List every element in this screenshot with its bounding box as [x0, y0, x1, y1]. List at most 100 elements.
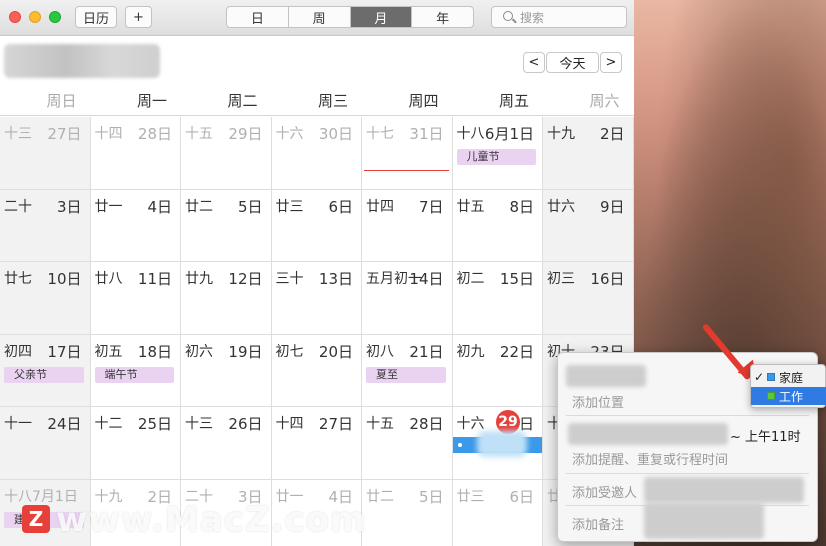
- minimize-button[interactable]: [29, 11, 41, 23]
- day-cell[interactable]: 廿二 5日: [181, 189, 272, 261]
- day-cell[interactable]: 初九 22日: [452, 334, 543, 406]
- tab-month[interactable]: 月: [350, 7, 413, 27]
- day-cell[interactable]: 十七 31日: [362, 117, 453, 189]
- calendar-item-label: 工作: [779, 389, 804, 404]
- day-cell[interactable]: 初五 18日 端午节: [90, 334, 181, 406]
- day-cell[interactable]: 初八 21日 夏至: [362, 334, 453, 406]
- event-time[interactable]: ~ 上午11时: [730, 426, 801, 445]
- day-number: 29日: [228, 125, 263, 143]
- date-redacted[interactable]: [568, 423, 728, 445]
- lunar-date: 十一: [4, 416, 32, 432]
- calendar-window: 日历 + 日 周 月 年 搜索 < 今天 > 周日 周一 周二 周三 周四 周五 周六 十三…: [0, 0, 634, 546]
- day-cell[interactable]: 初三 16日: [543, 262, 634, 334]
- lunar-date: 初四: [4, 343, 32, 360]
- invitees-redacted: [644, 477, 804, 503]
- day-cell[interactable]: 廿八 11日: [90, 262, 181, 334]
- day-cell[interactable]: 十六 29 日: [452, 407, 543, 479]
- invitees-field[interactable]: 添加受邀人: [572, 482, 637, 501]
- day-number: 2日: [599, 125, 625, 143]
- day-cell[interactable]: 廿三 6日: [452, 479, 543, 546]
- lunar-date: 十四: [94, 126, 123, 142]
- day-cell[interactable]: 初六 19日: [181, 334, 272, 406]
- day-number: 25日: [137, 415, 172, 433]
- add-event-button[interactable]: +: [125, 6, 152, 28]
- weekday-label: 周五: [498, 92, 529, 110]
- zoom-button[interactable]: [49, 11, 61, 23]
- day-cell[interactable]: 十四 28日: [90, 117, 181, 189]
- day-cell[interactable]: 初二 15日: [452, 262, 543, 334]
- day-cell[interactable]: 十六 30日: [271, 117, 362, 189]
- day-cell[interactable]: 初四 17日 父亲节: [0, 334, 91, 406]
- alerts-field[interactable]: 添加提醒、重复或行程时间: [572, 449, 728, 468]
- search-input[interactable]: 搜索: [491, 6, 627, 28]
- day-cell[interactable]: 十二 25日: [90, 407, 181, 479]
- weekday-label: 周四: [408, 92, 439, 110]
- day-cell[interactable]: 廿九 12日: [181, 262, 272, 334]
- lunar-date: 初二: [456, 271, 485, 287]
- calendars-button[interactable]: 日历: [75, 6, 117, 28]
- day-number: 20日: [318, 342, 353, 361]
- lunar-date: 廿四: [366, 198, 394, 215]
- day-cell[interactable]: 十八 6月1日 儿童节: [452, 117, 543, 189]
- event-title-redacted[interactable]: [566, 365, 646, 387]
- day-cell[interactable]: 廿七 10日: [0, 262, 91, 334]
- day-cell[interactable]: 十一 24日: [0, 407, 91, 479]
- day-number: 28日: [409, 415, 444, 433]
- calendar-item-family[interactable]: ✓ 家庭: [751, 368, 826, 386]
- location-field[interactable]: 添加位置: [572, 392, 624, 411]
- day-cell[interactable]: 二十 3日: [0, 189, 91, 261]
- day-number: 24日: [47, 415, 82, 433]
- weekday-header: 周日 周一 周二 周三 周四 周五 周六: [0, 90, 634, 116]
- lunar-month-underline: [364, 170, 449, 171]
- lunar-date: 十九: [547, 126, 575, 142]
- day-cell[interactable]: 十五 29日: [181, 117, 272, 189]
- tab-week[interactable]: 周: [289, 7, 351, 27]
- week-row: 廿七 10日 廿八 11日 廿九 12日 三十 13日 五月初一 14日 初二 15日 初三 16日: [0, 262, 634, 335]
- day-cell[interactable]: 廿四 7日: [362, 189, 453, 261]
- lunar-date: 廿二: [366, 488, 394, 505]
- day-cell[interactable]: 初七 20日: [271, 334, 362, 406]
- day-cell[interactable]: 廿二 5日: [362, 479, 453, 546]
- lunar-date: 十五: [185, 126, 213, 142]
- calendar-color-swatch: [767, 392, 775, 400]
- notes-field[interactable]: 添加备注: [572, 514, 624, 533]
- lunar-date: 十五: [366, 416, 394, 432]
- day-cell[interactable]: 十四 27日: [271, 407, 362, 479]
- day-number: 15日: [499, 270, 534, 288]
- calendar-item-work[interactable]: 工作: [751, 387, 826, 405]
- weekday-label: 周三: [317, 92, 348, 110]
- new-event-bar[interactable]: [452, 431, 542, 457]
- watermark-logo: Z: [22, 505, 50, 533]
- holiday-event[interactable]: 端午节: [94, 366, 174, 383]
- holiday-event[interactable]: 父亲节: [4, 366, 84, 383]
- day-cell[interactable]: 廿三 6日: [271, 189, 362, 261]
- day-cell[interactable]: 十九 2日: [543, 117, 634, 189]
- next-month-button[interactable]: >: [600, 52, 622, 73]
- week-row: 十三 27日 十四 28日 十五 29日 十六 30日 十七 31日 十八 6月1日 儿童节 十九 2日: [0, 117, 634, 190]
- day-number: 4日: [147, 197, 172, 216]
- holiday-event[interactable]: 夏至: [366, 366, 446, 383]
- day-number: 16日: [590, 270, 625, 288]
- day-cell[interactable]: 廿五 8日: [452, 189, 543, 261]
- notes-redacted: [644, 503, 764, 539]
- tab-year[interactable]: 年: [412, 7, 473, 27]
- weekday-label: 周日: [46, 92, 77, 110]
- calendar-color-swatch: [767, 373, 775, 381]
- day-cell[interactable]: 廿六 9日: [543, 189, 634, 261]
- prev-month-button[interactable]: <: [523, 52, 545, 73]
- day-number: 28日: [137, 125, 172, 143]
- day-cell[interactable]: 十三 26日: [181, 407, 272, 479]
- day-cell[interactable]: 十三 27日: [0, 117, 91, 189]
- search-placeholder: 搜索: [520, 10, 545, 25]
- day-number: 27日: [47, 125, 82, 143]
- day-number: 8日: [509, 197, 534, 216]
- today-button[interactable]: 今天: [546, 52, 599, 73]
- day-number: 3日: [56, 197, 82, 216]
- holiday-event[interactable]: 儿童节: [456, 149, 536, 165]
- day-cell[interactable]: 三十 13日: [271, 262, 362, 334]
- close-button[interactable]: [9, 11, 21, 23]
- day-cell[interactable]: 五月初一 14日: [362, 262, 453, 334]
- day-cell[interactable]: 十五 28日: [362, 407, 453, 479]
- tab-day[interactable]: 日: [227, 7, 289, 27]
- day-cell[interactable]: 廿一 4日: [90, 189, 181, 261]
